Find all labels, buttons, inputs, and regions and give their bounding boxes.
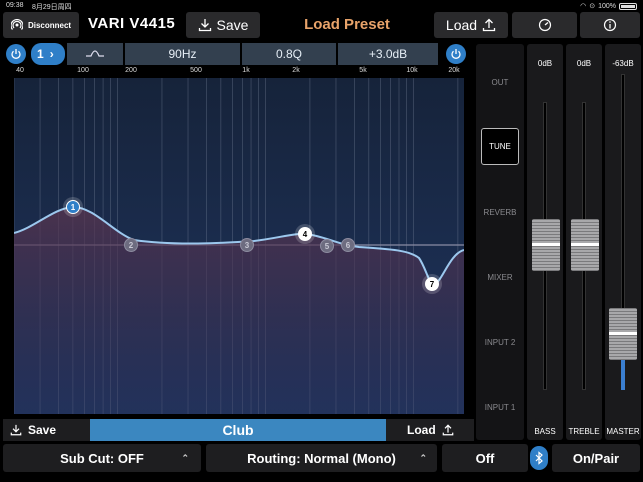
- bluetooth-icon: [530, 446, 548, 470]
- preset-title: Load Preset: [304, 16, 390, 33]
- status-icons: ◠ ⊙ 100%: [580, 2, 637, 10]
- freq-tick: 20k: [448, 67, 460, 74]
- treble-fader-knob[interactable]: [571, 219, 599, 271]
- freq-tick: 500: [190, 67, 202, 74]
- preset-load-button[interactable]: Load: [407, 423, 454, 437]
- eq-band-number: 1: [71, 203, 76, 212]
- bass-fader-knob[interactable]: [532, 219, 560, 271]
- eq-curve-graph[interactable]: 1 2 3 4 5 6 7: [14, 78, 464, 414]
- freq-tick: 40: [16, 67, 24, 74]
- eq-band-number: 3: [245, 241, 250, 250]
- master-fader-knob[interactable]: [609, 308, 637, 360]
- eq-band-number: 5: [325, 242, 330, 251]
- current-preset-name[interactable]: Club: [90, 419, 386, 441]
- sub-cut-dropdown[interactable]: Sub Cut: OFF ⌃: [3, 444, 201, 472]
- q-field[interactable]: 0.8Q: [242, 43, 336, 65]
- disconnect-button[interactable]: Disconnect: [3, 12, 79, 38]
- freq-tick: 100: [77, 67, 89, 74]
- eq-power-left-button[interactable]: [6, 44, 26, 64]
- info-button[interactable]: [580, 12, 640, 38]
- preset-save-button[interactable]: Save: [10, 423, 56, 437]
- download-icon: [198, 19, 211, 32]
- master-value: -63dB: [612, 59, 634, 68]
- freq-tick: 5k: [359, 67, 367, 74]
- gauge-icon: [538, 18, 551, 32]
- eq-band-node[interactable]: 2: [124, 238, 138, 252]
- routing-label: Routing: Normal (Mono): [247, 450, 396, 466]
- load-label: Load: [445, 17, 478, 33]
- battery-percent: 100%: [598, 2, 616, 10]
- band-selector[interactable]: 1 ›: [31, 43, 65, 65]
- eq-band-node[interactable]: 3: [240, 238, 254, 252]
- status-bar: 09:38 8月29日周四 ◠ ⊙ 100%: [0, 0, 643, 12]
- freq-tick: 10k: [406, 67, 418, 74]
- preset-load-label: Load: [407, 423, 436, 437]
- broadcast-icon: [10, 19, 23, 30]
- meter-button[interactable]: [512, 12, 577, 38]
- section-menu: [476, 44, 524, 440]
- save-label: Save: [216, 17, 249, 33]
- battery-icon: [619, 2, 637, 10]
- freq-tick: 200: [125, 67, 137, 74]
- frequency-field[interactable]: 90Hz: [125, 43, 240, 65]
- lock-rotation-icon: ⊙: [589, 3, 596, 10]
- eq-power-right-button[interactable]: [446, 44, 466, 64]
- menu-item-out[interactable]: OUT: [476, 78, 524, 87]
- menu-item-reverb[interactable]: REVERB: [476, 208, 524, 217]
- menu-item-input-1[interactable]: INPUT 1: [476, 403, 524, 412]
- eq-band-node[interactable]: 5: [320, 239, 334, 253]
- menu-item-mixer[interactable]: MIXER: [476, 273, 524, 282]
- peak-filter-icon: [86, 50, 104, 57]
- pair-label: On/Pair: [572, 450, 620, 466]
- upload-icon: [442, 424, 453, 436]
- download-icon: [10, 424, 22, 436]
- wifi-icon: ◠: [580, 3, 587, 10]
- eq-band-node[interactable]: 6: [341, 238, 355, 252]
- band-number: 1: [37, 47, 44, 61]
- eq-band-number: 2: [129, 241, 134, 250]
- chevron-up-icon: ⌃: [181, 453, 189, 463]
- eq-band-number: 7: [430, 280, 435, 289]
- disconnect-label: Disconnect: [27, 20, 72, 30]
- gain-field[interactable]: +3.0dB: [338, 43, 438, 65]
- info-icon: [603, 18, 617, 32]
- preset-save-label: Save: [28, 423, 57, 437]
- load-preset-button[interactable]: Load: [434, 12, 508, 38]
- bluetooth-pair-button[interactable]: On/Pair: [552, 444, 640, 472]
- chevron-up-icon: ⌃: [419, 453, 427, 463]
- bass-label: BASS: [534, 427, 556, 436]
- chevron-right-icon: ›: [49, 47, 54, 61]
- freq-tick: 1k: [242, 67, 250, 74]
- power-icon: [451, 49, 461, 59]
- eq-band-node[interactable]: 7: [422, 274, 442, 294]
- power-icon: [11, 49, 21, 59]
- menu-item-input-2[interactable]: INPUT 2: [476, 338, 524, 347]
- status-time: 09:38: [6, 2, 24, 9]
- eq-band-number: 6: [346, 241, 351, 250]
- routing-dropdown[interactable]: Routing: Normal (Mono) ⌃: [206, 444, 437, 472]
- eq-band-node[interactable]: 4: [295, 224, 315, 244]
- status-date: 8月29日周四: [32, 4, 72, 11]
- bass-value: 0dB: [537, 59, 553, 68]
- upload-icon: [482, 18, 496, 32]
- eq-band-node[interactable]: 1: [63, 197, 83, 217]
- bluetooth-off-button[interactable]: Off: [442, 444, 528, 472]
- master-label: MASTER: [606, 427, 640, 436]
- frequency-axis: 40 100 200 500 1k 2k 5k 10k 20k: [14, 67, 464, 78]
- treble-value: 0dB: [576, 59, 592, 68]
- eq-band-number: 4: [303, 230, 308, 239]
- save-preset-button[interactable]: Save: [186, 12, 260, 38]
- filter-type-button[interactable]: [67, 43, 123, 65]
- off-label: Off: [475, 450, 495, 466]
- menu-item-tune[interactable]: TUNE: [481, 128, 519, 165]
- treble-label: TREBLE: [568, 427, 600, 436]
- freq-tick: 2k: [292, 67, 300, 74]
- sub-cut-label: Sub Cut: OFF: [60, 450, 144, 466]
- device-name: VARI V4415: [88, 15, 176, 32]
